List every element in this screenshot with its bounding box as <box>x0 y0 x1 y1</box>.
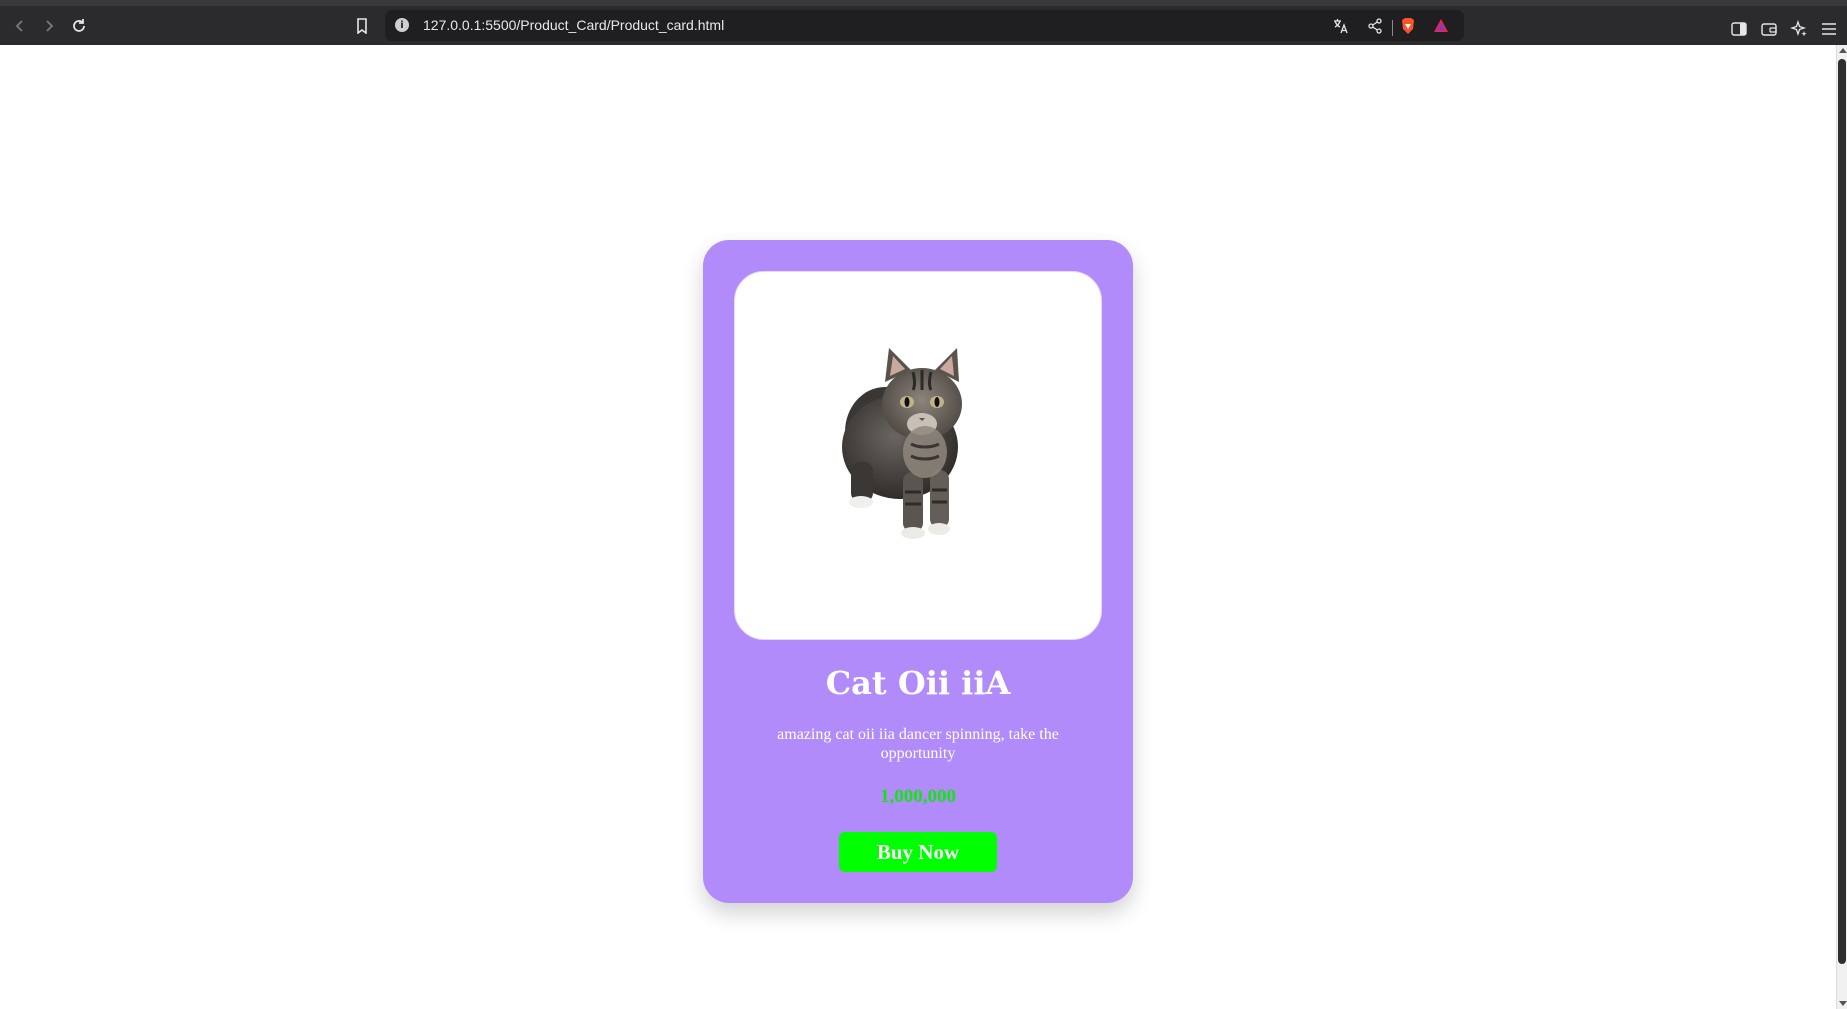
browser-toolbar: i 127.0.0.1:5500/Product_Card/Product_ca… <box>0 0 1847 45</box>
brave-lion-icon <box>1402 18 1414 34</box>
forward-arrow-icon <box>46 20 54 32</box>
product-title: Cat Oii iiA <box>825 664 1011 702</box>
buy-now-button[interactable]: Buy Now <box>839 832 997 872</box>
brave-rewards-icon <box>1434 19 1448 32</box>
back-arrow-icon <box>15 20 23 32</box>
back-button[interactable] <box>8 14 32 38</box>
hamburger-menu-icon <box>1822 23 1836 35</box>
menu-button[interactable] <box>1819 19 1839 39</box>
translate-button[interactable] <box>1332 17 1350 35</box>
sidebar-button[interactable] <box>1729 19 1749 39</box>
scroll-down-icon[interactable] <box>1839 1001 1847 1006</box>
product-price: 1,000,000 <box>880 786 956 807</box>
brave-shields-button[interactable] <box>1399 17 1417 35</box>
scroll-thumb[interactable] <box>1838 59 1846 964</box>
wallet-button[interactable] <box>1759 19 1779 39</box>
translate-icon <box>1334 19 1348 34</box>
address-bar[interactable]: i 127.0.0.1:5500/Product_Card/Product_ca… <box>385 10 1464 41</box>
product-image <box>734 271 1102 640</box>
reload-button[interactable] <box>67 14 91 38</box>
page-scrollbar[interactable] <box>1836 45 1847 1009</box>
info-icon[interactable]: i <box>395 18 409 32</box>
bookmark-icon <box>357 18 367 34</box>
sparkle-icon <box>1790 20 1807 37</box>
address-divider <box>1392 20 1393 36</box>
leo-ai-button[interactable] <box>1789 19 1809 39</box>
share-button[interactable] <box>1366 17 1384 35</box>
wallet-icon <box>1761 23 1777 36</box>
product-card: Cat Oii iiA amazing cat oii iia dancer s… <box>703 240 1133 903</box>
reload-icon <box>73 19 85 32</box>
product-description: amazing cat oii iia dancer spinning, tak… <box>777 726 1059 762</box>
bookmark-button[interactable] <box>350 14 374 38</box>
cat-image <box>842 348 962 539</box>
scroll-up-icon[interactable] <box>1839 48 1847 53</box>
share-icon <box>1368 18 1382 34</box>
url-text[interactable]: 127.0.0.1:5500/Product_Card/Product_card… <box>423 17 724 33</box>
brave-rewards-button[interactable] <box>1432 17 1450 35</box>
forward-button[interactable] <box>37 14 61 38</box>
sidebar-icon <box>1731 22 1747 36</box>
